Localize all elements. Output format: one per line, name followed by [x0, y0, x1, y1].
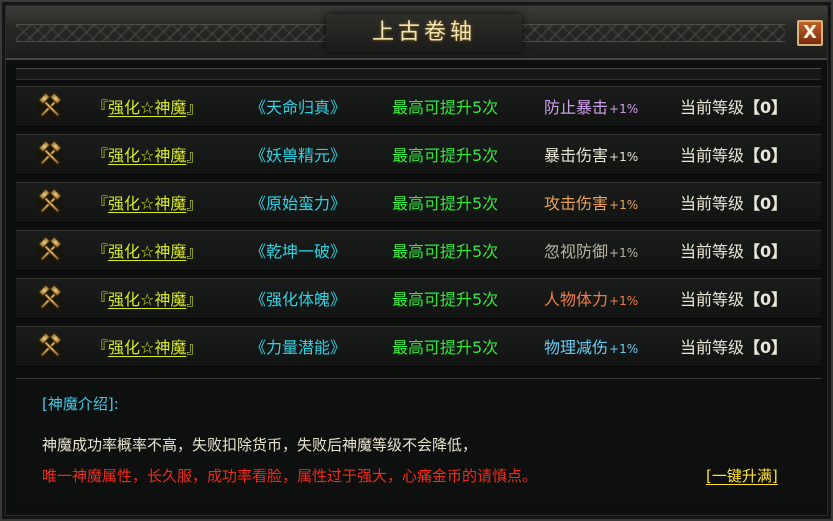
attribute-name: 人物体力	[544, 290, 609, 309]
skill-name: 《强化体魄》	[250, 290, 347, 309]
attribute-percent: +1%	[609, 294, 639, 308]
close-icon: X	[803, 22, 817, 43]
skill-name: 《原始蛮力》	[250, 194, 347, 213]
attribute-name: 攻击伤害	[544, 194, 609, 213]
intro-warning: 唯一神魔属性，长久服，成功率看脸，属性过于强大，心痛金币的请慎点。	[42, 467, 538, 485]
crossed-hammers-icon[interactable]	[34, 283, 66, 315]
upgrade-limit: 最高可提升5次	[392, 242, 499, 261]
attribute-percent: +1%	[609, 246, 639, 260]
current-level: 当前等级【0】	[680, 146, 788, 165]
upgrade-limit: 最高可提升5次	[392, 338, 499, 357]
attribute-name: 物理减伤	[544, 338, 609, 357]
skill-name: 《妖兽精元》	[250, 146, 347, 165]
current-level: 当前等级【0】	[680, 242, 788, 261]
close-button[interactable]: X	[797, 20, 823, 46]
intro-panel: [神魔介绍]: 神魔成功率概率不高，失败扣除货币，失败后神魔等级不会降低， 唯一…	[16, 378, 821, 506]
attribute-bonus: 忽视防御+1%	[544, 231, 638, 272]
upgrade-limit: 最高可提升5次	[392, 194, 499, 213]
enhancement-row: 『强化☆神魔』 《原始蛮力》 最高可提升5次 攻击伤害+1% 当前等级【0】	[16, 182, 821, 223]
intro-description: 神魔成功率概率不高，失败扣除货币，失败后神魔等级不会降低，	[42, 436, 478, 454]
skill-name: 《天命归真》	[250, 98, 347, 117]
crossed-hammers-icon[interactable]	[34, 91, 66, 123]
window-title: 上古卷轴	[371, 20, 476, 45]
enhance-name[interactable]: 『强化☆神魔』	[92, 231, 202, 272]
current-level: 当前等级【0】	[680, 338, 788, 357]
current-level: 当前等级【0】	[680, 290, 788, 309]
attribute-bonus: 物理减伤+1%	[544, 327, 638, 368]
skill-name: 《乾坤一破》	[250, 242, 347, 261]
max-upgrade-link[interactable]: [一键升满]	[706, 465, 778, 486]
enhancement-list: 『强化☆神魔』 《天命归真》 最高可提升5次 防止暴击+1% 当前等级【0】 『…	[16, 86, 821, 374]
attribute-percent: +1%	[609, 150, 639, 164]
enhance-name[interactable]: 『强化☆神魔』	[92, 183, 202, 224]
enhancement-row: 『强化☆神魔』 《强化体魄》 最高可提升5次 人物体力+1% 当前等级【0】	[16, 278, 821, 319]
crossed-hammers-icon[interactable]	[34, 331, 66, 363]
attribute-name: 防止暴击	[544, 98, 609, 117]
attribute-percent: +1%	[609, 342, 639, 356]
upgrade-limit: 最高可提升5次	[392, 98, 499, 117]
crossed-hammers-icon[interactable]	[34, 235, 66, 267]
enhance-name[interactable]: 『强化☆神魔』	[92, 87, 202, 128]
attribute-bonus: 暴击伤害+1%	[544, 135, 638, 176]
header-band	[16, 68, 821, 80]
title-bar: 上古卷轴	[6, 6, 827, 60]
upgrade-limit: 最高可提升5次	[392, 146, 499, 165]
intro-heading: [神魔介绍]:	[42, 395, 119, 413]
attribute-percent: +1%	[609, 198, 639, 212]
crossed-hammers-icon[interactable]	[34, 139, 66, 171]
attribute-name: 忽视防御	[544, 242, 609, 261]
attribute-percent: +1%	[609, 102, 639, 116]
current-level: 当前等级【0】	[680, 194, 788, 213]
enhancement-row: 『强化☆神魔』 《乾坤一破》 最高可提升5次 忽视防御+1% 当前等级【0】	[16, 230, 821, 271]
current-level: 当前等级【0】	[680, 98, 788, 117]
enhance-name[interactable]: 『强化☆神魔』	[92, 135, 202, 176]
enhancement-row: 『强化☆神魔』 《妖兽精元》 最高可提升5次 暴击伤害+1% 当前等级【0】	[16, 134, 821, 175]
enhancement-row: 『强化☆神魔』 《力量潜能》 最高可提升5次 物理减伤+1% 当前等级【0】	[16, 326, 821, 367]
attribute-bonus: 防止暴击+1%	[544, 87, 638, 128]
attribute-bonus: 人物体力+1%	[544, 279, 638, 320]
scroll-window: 上古卷轴 X 『强化☆神魔』 《天命归真》 最高可提升5次 防止暴击+1% 当前…	[0, 0, 833, 521]
attribute-bonus: 攻击伤害+1%	[544, 183, 638, 224]
skill-name: 《力量潜能》	[250, 338, 347, 357]
upgrade-limit: 最高可提升5次	[392, 290, 499, 309]
crossed-hammers-icon[interactable]	[34, 187, 66, 219]
enhancement-row: 『强化☆神魔』 《天命归真》 最高可提升5次 防止暴击+1% 当前等级【0】	[16, 86, 821, 127]
enhance-name[interactable]: 『强化☆神魔』	[92, 327, 202, 368]
enhance-name[interactable]: 『强化☆神魔』	[92, 279, 202, 320]
attribute-name: 暴击伤害	[544, 146, 609, 165]
